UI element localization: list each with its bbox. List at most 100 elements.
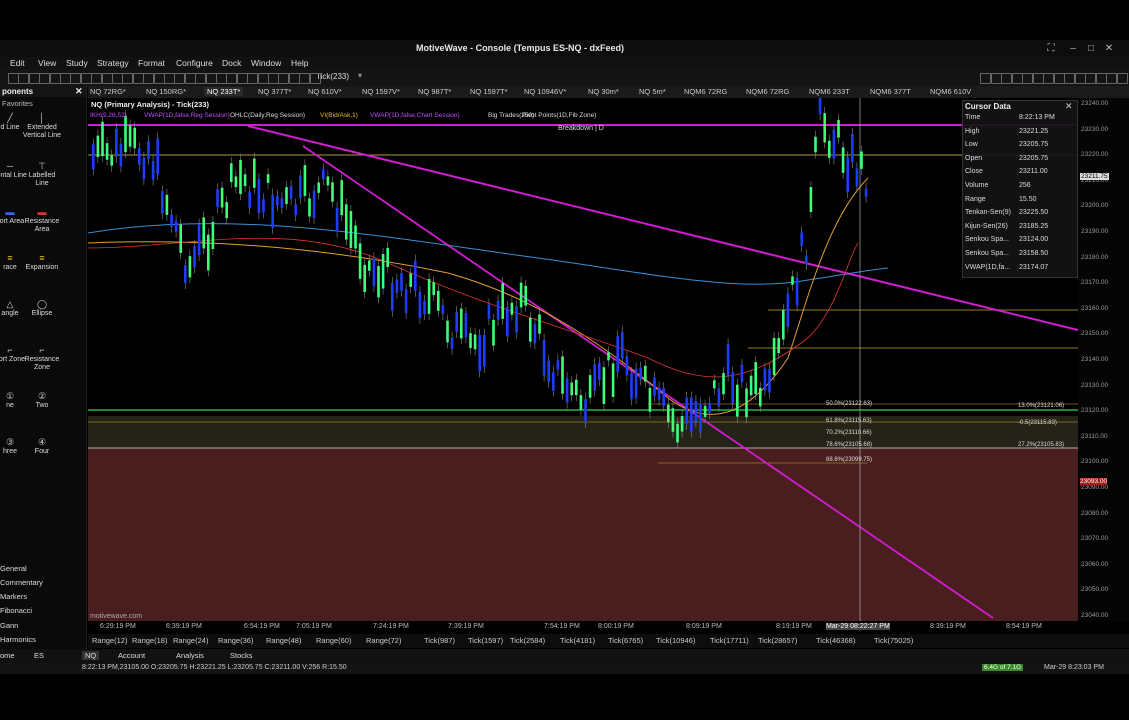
bar-type-option[interactable]: Tick(46368) bbox=[816, 636, 855, 645]
bar-type-option[interactable]: Range(48) bbox=[266, 636, 301, 645]
bar-type-option[interactable]: Tick(28657) bbox=[758, 636, 797, 645]
component-label-line[interactable]: ⊤ Labelled Line bbox=[22, 162, 62, 188]
tab-nq30m[interactable]: NQ 30m* bbox=[588, 87, 619, 96]
bar-type-option[interactable]: Range(18) bbox=[132, 636, 167, 645]
nav-harmonics[interactable]: Harmonics bbox=[0, 635, 36, 644]
component-vline[interactable]: │ Extended Vertical Line bbox=[22, 114, 62, 140]
toolbar-icon[interactable] bbox=[278, 73, 290, 84]
bar-type-option[interactable]: Range(12) bbox=[92, 636, 127, 645]
toolbar-icon[interactable] bbox=[980, 73, 991, 84]
chart-canvas[interactable] bbox=[88, 98, 1078, 621]
toolbar-icon[interactable] bbox=[205, 73, 217, 84]
bar-type-option[interactable]: Range(60) bbox=[316, 636, 351, 645]
component-two[interactable]: ② Two bbox=[22, 392, 62, 410]
bar-type-option[interactable]: Tick(75025) bbox=[874, 636, 913, 645]
nav-gann[interactable]: Gann bbox=[0, 621, 18, 630]
toolbar-icon[interactable] bbox=[18, 73, 30, 84]
study-label[interactable]: VWAP(1D,false,Reg Session) bbox=[144, 112, 230, 119]
toolbar-icon[interactable] bbox=[195, 73, 207, 84]
toolbar-icon[interactable] bbox=[1116, 73, 1128, 84]
fullscreen-icon[interactable]: ⛶ bbox=[1044, 42, 1058, 55]
bar-type-option[interactable]: Tick(17711) bbox=[710, 636, 749, 645]
workspace-tab-account[interactable]: Account bbox=[118, 651, 145, 660]
toolbar-icon[interactable] bbox=[288, 73, 300, 84]
toolbar-icon[interactable] bbox=[1011, 73, 1023, 84]
tab-nq1597v[interactable]: NQ 1597V* bbox=[362, 87, 400, 96]
tab-nqm6377t[interactable]: NQM6 377T bbox=[870, 87, 911, 96]
workspace-tab-nq[interactable]: NQ bbox=[82, 651, 100, 660]
component-resistance-area[interactable]: ▬ Resistance Area bbox=[22, 208, 62, 234]
tab-nqm672rg[interactable]: NQM6 72RG bbox=[746, 87, 789, 96]
toolbar-icon[interactable] bbox=[268, 73, 279, 84]
toolbar-icon[interactable] bbox=[1095, 73, 1107, 84]
tab-nq987t[interactable]: NQ 987T* bbox=[418, 87, 451, 96]
workspace-tab-analysis[interactable]: Analysis bbox=[176, 651, 204, 660]
menu-edit[interactable]: Edit bbox=[10, 58, 25, 68]
toolbar-icon[interactable] bbox=[132, 73, 144, 84]
toolbar-icon[interactable] bbox=[8, 73, 19, 84]
component-expansion[interactable]: ≡ Expansion bbox=[22, 254, 62, 272]
toolbar-icon[interactable] bbox=[164, 73, 175, 84]
menu-strategy[interactable]: Strategy bbox=[97, 58, 129, 68]
toolbar-icon[interactable] bbox=[226, 73, 238, 84]
nav-general[interactable]: General bbox=[0, 564, 27, 573]
tab-nq610v[interactable]: NQ 610V* bbox=[308, 87, 342, 96]
toolbar-icon[interactable] bbox=[1064, 73, 1075, 84]
tab-nqm6610v[interactable]: NQM6 610V bbox=[930, 87, 971, 96]
bar-type-option[interactable]: Tick(987) bbox=[424, 636, 455, 645]
tab-nq150rg[interactable]: NQ 150RG* bbox=[146, 87, 186, 96]
nav-commentary[interactable]: Commentary bbox=[0, 578, 43, 587]
toolbar-icon[interactable] bbox=[112, 73, 123, 84]
toolbar-icon[interactable] bbox=[70, 73, 82, 84]
component-ellipse[interactable]: ◯ Ellipse bbox=[22, 300, 62, 318]
toolbar-icon[interactable] bbox=[1053, 73, 1065, 84]
bar-size-select[interactable]: Tick(233) bbox=[316, 72, 349, 81]
maximize-button[interactable]: □ bbox=[1084, 42, 1098, 55]
bar-type-option[interactable]: Range(72) bbox=[366, 636, 401, 645]
menu-configure[interactable]: Configure bbox=[176, 58, 213, 68]
time-axis[interactable]: 6:29:19 PM 6:39:19 PM 6:54:19 PM 7:05:19 PM… bbox=[88, 622, 1078, 634]
toolbar-icon[interactable] bbox=[216, 73, 227, 84]
tab-nq10946v[interactable]: NQ 10946V* bbox=[524, 87, 566, 96]
bar-type-option[interactable]: Tick(2584) bbox=[510, 636, 545, 645]
toolbar-icon[interactable] bbox=[1106, 73, 1117, 84]
toolbar-icon[interactable] bbox=[1043, 73, 1054, 84]
close-button[interactable]: ✕ bbox=[1102, 42, 1116, 55]
menu-help[interactable]: Help bbox=[291, 58, 308, 68]
close-icon[interactable]: ✕ bbox=[75, 86, 83, 97]
study-label[interactable]: Pivot Points(1D,Fib Zone) bbox=[522, 112, 596, 119]
toolbar-icon[interactable] bbox=[174, 73, 186, 84]
close-icon[interactable]: ✕ bbox=[1065, 101, 1073, 112]
toolbar-icon[interactable] bbox=[122, 73, 134, 84]
toolbar-icon[interactable] bbox=[153, 73, 165, 84]
nav-fibonacci[interactable]: Fibonacci bbox=[0, 606, 32, 615]
bar-type-option[interactable]: Range(24) bbox=[173, 636, 208, 645]
study-label[interactable]: OHLC(Daily,Reg Session) bbox=[230, 112, 305, 119]
toolbar-icon[interactable] bbox=[80, 73, 92, 84]
menu-study[interactable]: Study bbox=[66, 58, 88, 68]
tab-nq233t[interactable]: NQ 233T* bbox=[204, 87, 244, 96]
tab-nq377t[interactable]: NQ 377T* bbox=[258, 87, 291, 96]
nav-markers[interactable]: Markers bbox=[0, 592, 27, 601]
bar-type-option[interactable]: Tick(6765) bbox=[608, 636, 643, 645]
tab-nqm6233t[interactable]: NQM6 233T bbox=[809, 87, 850, 96]
toolbar-icon[interactable] bbox=[1032, 73, 1044, 84]
toolbar-icon[interactable] bbox=[236, 73, 248, 84]
study-label[interactable]: VI(Bid/Ask,1) bbox=[320, 112, 358, 119]
menu-window[interactable]: Window bbox=[251, 58, 281, 68]
minimize-button[interactable]: – bbox=[1066, 42, 1080, 55]
toolbar-icon[interactable] bbox=[990, 73, 1002, 84]
bar-type-option[interactable]: Range(36) bbox=[218, 636, 253, 645]
toolbar-icon[interactable] bbox=[28, 73, 40, 84]
toolbar-icon[interactable] bbox=[101, 73, 113, 84]
menu-format[interactable]: Format bbox=[138, 58, 165, 68]
toolbar-icon[interactable] bbox=[257, 73, 269, 84]
tab-nq5m[interactable]: NQ 5m* bbox=[639, 87, 666, 96]
toolbar-icon[interactable] bbox=[1085, 73, 1096, 84]
bar-type-option[interactable]: Tick(10946) bbox=[656, 636, 695, 645]
toolbar-icon[interactable] bbox=[143, 73, 155, 84]
bar-type-option[interactable]: Tick(1597) bbox=[468, 636, 503, 645]
tab-nq1597t[interactable]: NQ 1597T* bbox=[470, 87, 508, 96]
tab-nqm672rg[interactable]: NQM6 72RG bbox=[684, 87, 727, 96]
study-label[interactable]: IKH(9,26,52) bbox=[90, 112, 127, 119]
